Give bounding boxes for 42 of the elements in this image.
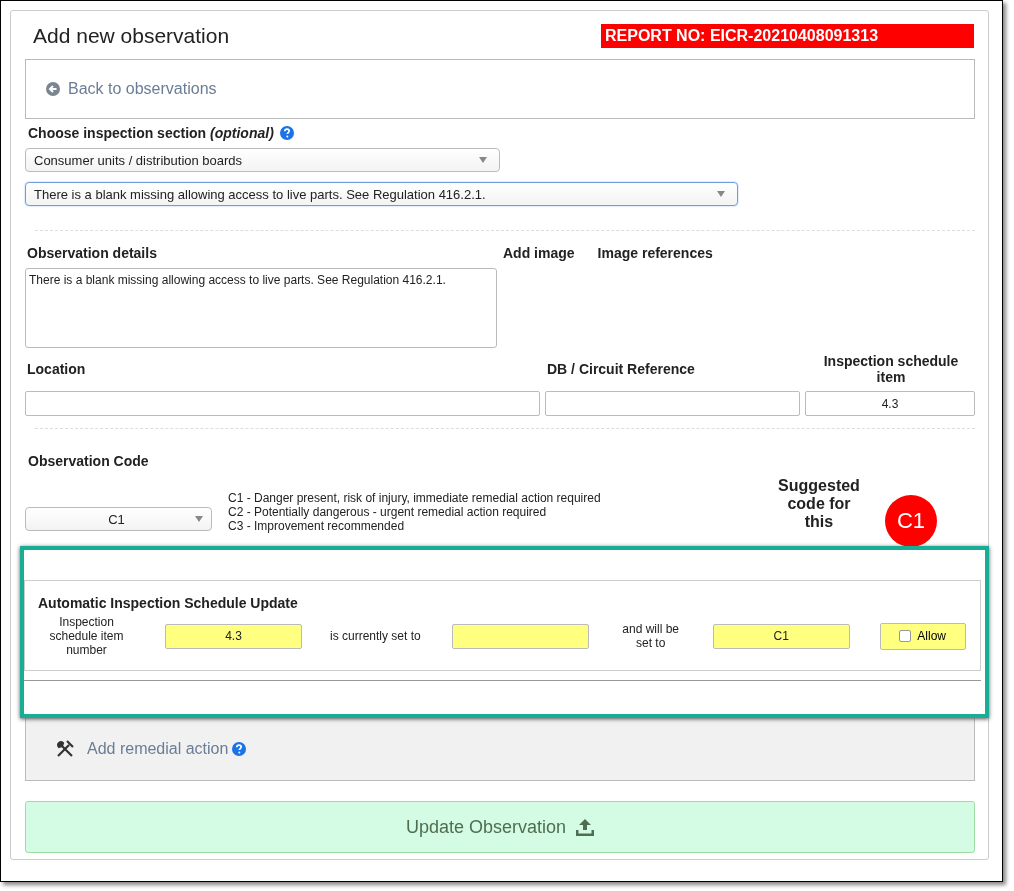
caret-icon — [195, 516, 203, 522]
observation-select[interactable]: There is a blank missing allowing access to live parts. See Regulation 416.2.1. — [25, 182, 738, 206]
help-icon[interactable] — [279, 126, 294, 140]
help-icon[interactable] — [232, 742, 247, 756]
new-value-field[interactable]: C1 — [712, 623, 850, 649]
details-label: Observation details — [26, 245, 158, 261]
update-observation-button[interactable]: Update Observation — [25, 801, 975, 853]
back-arrow-icon[interactable] — [46, 82, 60, 96]
circuit-reference-field[interactable] — [545, 391, 800, 416]
circuit-reference-label: DB / Circuit Reference — [547, 361, 695, 377]
suggested-code-badge: C1 — [885, 495, 937, 547]
current-value-label: is currently set to — [330, 629, 421, 643]
section-select[interactable]: Consumer units / distribution boards — [25, 148, 500, 172]
suggested-code-label: Suggested code for this — [777, 477, 861, 532]
caret-icon — [479, 157, 487, 163]
schedule-update-title: Automatic Inspection Schedule Update — [38, 595, 299, 611]
add-image-label: Add image — [503, 245, 575, 263]
section-label: Choose inspection section (optional) — [28, 125, 274, 141]
allow-checkbox[interactable] — [899, 630, 912, 642]
back-link[interactable]: Back to observations — [68, 80, 217, 98]
new-value-label: and will be set to — [621, 622, 681, 650]
caret-icon — [717, 191, 725, 197]
report-number-badge: REPORT NO: EICR-20210408091313 — [601, 24, 974, 48]
code-select[interactable]: C1 — [25, 507, 212, 531]
code-legend-line: C2 - Potentially dangerous - urgent remedial action required — [228, 505, 548, 519]
observation-code-label: Observation Code — [28, 453, 150, 469]
schedule-item-label: Inspection schedule item — [822, 353, 960, 385]
page-title: Add new observation — [33, 24, 230, 48]
upload-icon — [576, 818, 595, 836]
tools-icon — [55, 739, 75, 759]
details-textarea[interactable]: There is a blank missing allowing access to live parts. See Regulation 416.2.1. — [25, 268, 497, 348]
allow-button[interactable]: Allow — [879, 622, 966, 650]
schedule-item-field[interactable]: 4.3 — [805, 391, 975, 416]
current-value-field[interactable] — [451, 623, 589, 649]
item-number-field[interactable]: 4.3 — [165, 623, 302, 649]
location-field[interactable] — [25, 391, 540, 416]
add-remedial-link[interactable]: Add remedial action — [87, 740, 229, 758]
code-legend-line: C1 - Danger present, risk of injury, immediate remedial action required — [228, 491, 602, 505]
item-number-label: Inspection schedule item number — [48, 615, 125, 657]
location-label: Location — [27, 361, 86, 377]
code-legend-line: C3 - Improvement recommended — [228, 519, 406, 533]
image-references-label: Image references — [597, 245, 713, 263]
